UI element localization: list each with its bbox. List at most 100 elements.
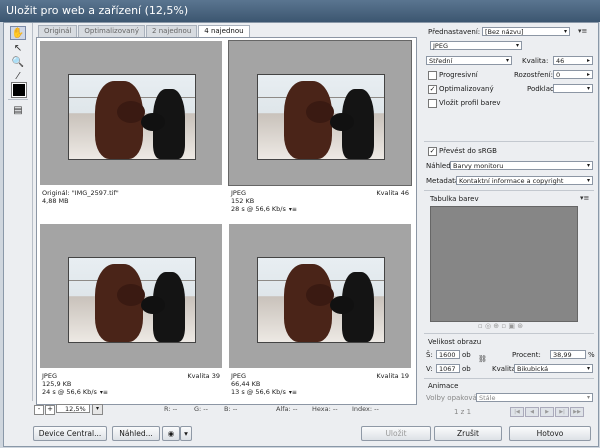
preview-label: Náhled: <box>426 162 454 170</box>
zoom-dropdown-icon[interactable]: ▾ <box>92 404 103 415</box>
animation-title: Animace <box>428 382 459 390</box>
horses-photo <box>257 74 385 160</box>
preview-select[interactable]: Barvy monitoru ▾ <box>450 161 593 170</box>
first-frame-icon[interactable]: |◀ <box>510 407 524 417</box>
progressive-label: Progresivní <box>439 71 478 79</box>
readout-hex: Hexa: -- <box>312 405 338 413</box>
resample-quality-select[interactable]: Bikubická ▾ <box>514 364 593 373</box>
view-tabs: Originál Optimalizovaný 2 najednou 4 naj… <box>38 25 251 37</box>
convert-srgb-checkbox[interactable]: ✓ <box>428 147 437 156</box>
tool-divider <box>8 99 28 100</box>
tab-2-up[interactable]: 2 najednou <box>146 25 198 37</box>
slice-select-tool-icon[interactable]: ↖ <box>10 41 26 55</box>
zoom-tool-icon[interactable]: 🔍 <box>10 55 26 69</box>
compression-select[interactable]: Střední ▾ <box>426 56 512 65</box>
width-field[interactable]: 1600 <box>436 350 460 359</box>
image-size-title: Velikost obrazu <box>428 338 482 346</box>
readout-green: G: -- <box>194 405 208 413</box>
matte-select[interactable]: ▾ <box>553 84 593 93</box>
percent-unit: % <box>588 351 595 359</box>
blur-field[interactable]: 0 ▸ <box>553 70 593 79</box>
embed-profile-checkbox[interactable] <box>428 99 437 108</box>
play-icon[interactable]: ▶ <box>540 407 554 417</box>
constrain-proportions-icon[interactable]: ⛓ <box>478 355 487 363</box>
panel-menu-icon[interactable]: ▾≡ <box>578 27 587 35</box>
width-label: Š: <box>426 351 433 359</box>
dialog-content: ✋ ↖ 🔍 ⁄ ▤ Originál Optimalizovaný 2 naje… <box>3 22 599 447</box>
progressive-checkbox[interactable] <box>428 71 437 80</box>
zoom-out-button[interactable]: - <box>34 405 44 415</box>
tab-original[interactable]: Originál <box>38 25 78 37</box>
pane-format: Originál: "IMG_2597.tif" <box>42 189 119 197</box>
eyedropper-color-swatch[interactable] <box>12 83 26 97</box>
toggle-slices-icon[interactable]: ▤ <box>10 103 26 117</box>
pane-download-time: 24 s @ 56,6 Kb/s <box>42 388 97 396</box>
readout-index: Index: -- <box>352 405 379 413</box>
metadata-select[interactable]: Kontaktní informace a copyright ▾ <box>456 176 593 185</box>
readout-blue: B: -- <box>224 405 238 413</box>
previous-frame-icon[interactable]: ◀ <box>525 407 539 417</box>
browser-dropdown-icon[interactable]: ▾ <box>180 426 192 441</box>
blur-label: Rozostření: <box>514 71 553 79</box>
preview-canvas[interactable] <box>40 224 222 368</box>
zoom-level-field[interactable]: 12,5% <box>56 404 90 413</box>
preview-area: Originál Optimalizovaný 2 najednou 4 naj… <box>34 25 417 405</box>
preview-pane-jpeg-19[interactable]: JPEG Kvalita 19 66,44 KB 13 s @ 56,6 Kb/… <box>227 222 413 403</box>
format-select[interactable]: JPEG ▾ <box>430 41 522 50</box>
browser-icon[interactable]: ◉ <box>162 426 180 441</box>
color-table-tools-icon[interactable]: ▫ ◎ ⊕ ▫ ▣ ⊛ <box>478 322 523 330</box>
save-button[interactable]: Uložit <box>361 426 431 441</box>
tab-optimized[interactable]: Optimalizovaný <box>78 25 146 37</box>
horses-photo <box>68 74 196 160</box>
pane-size: 66,44 KB <box>231 380 261 388</box>
preview-in-browser-button[interactable]: Náhled... <box>112 426 160 441</box>
zoom-in-button[interactable]: + <box>45 405 55 415</box>
device-central-button[interactable]: Device Central... <box>33 426 107 441</box>
preview-pane-original[interactable]: Originál: "IMG_2597.tif" 4,88 MB <box>38 39 224 220</box>
eyedropper-tool-icon[interactable]: ⁄ <box>10 69 26 83</box>
pane-info: JPEG Kvalita 46 152 KB 28 s @ 56,6 Kb/s ▾… <box>231 189 409 214</box>
pane-info: JPEG Kvalita 39 125,9 KB 24 s @ 56,6 Kb/… <box>42 372 220 397</box>
frame-counter: 1 z 1 <box>454 408 472 416</box>
pane-quality: Kvalita 46 <box>376 189 409 197</box>
loop-options-select[interactable]: Stále ▾ <box>476 393 593 402</box>
horses-photo <box>257 257 385 343</box>
convert-srgb-label: Převést do sRGB <box>439 147 497 155</box>
settings-panel: Přednastavení: [Bez názvu] ▾ ▾≡ JPEG ▾ Stř… <box>422 23 598 446</box>
preview-canvas[interactable] <box>229 41 411 185</box>
color-table <box>430 206 578 322</box>
pane-menu-icon[interactable]: ▾≡ <box>100 389 108 397</box>
preview-canvas[interactable] <box>229 224 411 368</box>
pane-size: 4,88 MB <box>42 197 69 205</box>
preview-canvas[interactable] <box>40 41 222 185</box>
width-unit: ob <box>462 351 471 359</box>
preview-pane-jpeg-39[interactable]: JPEG Kvalita 39 125,9 KB 24 s @ 56,6 Kb/… <box>38 222 224 403</box>
tool-panel: ✋ ↖ 🔍 ⁄ ▤ <box>4 23 33 401</box>
quality-label: Kvalita: <box>522 57 549 65</box>
hand-tool-icon[interactable]: ✋ <box>10 26 26 40</box>
percent-label: Procent: <box>512 351 541 359</box>
embed-profile-label: Vložit profil barev <box>439 99 501 107</box>
pane-quality: Kvalita 39 <box>187 372 220 380</box>
pane-quality: Kvalita 19 <box>376 372 409 380</box>
height-label: V: <box>426 365 433 373</box>
pane-download-time: 28 s @ 56,6 Kb/s <box>231 205 286 213</box>
percent-field[interactable]: 38,99 <box>550 350 586 359</box>
height-field[interactable]: 1067 <box>436 364 460 373</box>
readout-alpha: Alfa: -- <box>276 405 298 413</box>
pane-size: 152 KB <box>231 197 255 205</box>
next-frame-icon[interactable]: ▶| <box>555 407 569 417</box>
preset-select[interactable]: [Bez názvu] ▾ <box>482 27 570 36</box>
status-bar: - + 12,5% ▾ R: -- G: -- B: -- Alfa: -- H… <box>34 403 417 417</box>
pane-info: Originál: "IMG_2597.tif" 4,88 MB <box>42 189 220 205</box>
quality-field[interactable]: 46 ▸ <box>553 56 593 65</box>
pane-menu-icon[interactable]: ▾≡ <box>289 206 297 214</box>
pane-menu-icon[interactable]: ▾≡ <box>289 389 297 397</box>
color-table-label: Tabulka barev <box>430 195 479 203</box>
color-table-menu-icon[interactable]: ▾≡ <box>580 194 589 202</box>
animation-controls: |◀ ◀ ▶ ▶| ▶▶ <box>510 407 584 417</box>
tab-4-up[interactable]: 4 najednou <box>198 25 250 37</box>
preview-pane-jpeg-46[interactable]: JPEG Kvalita 46 152 KB 28 s @ 56,6 Kb/s ▾… <box>227 39 413 220</box>
last-frame-icon[interactable]: ▶▶ <box>570 407 584 417</box>
optimized-checkbox[interactable]: ✓ <box>428 85 437 94</box>
